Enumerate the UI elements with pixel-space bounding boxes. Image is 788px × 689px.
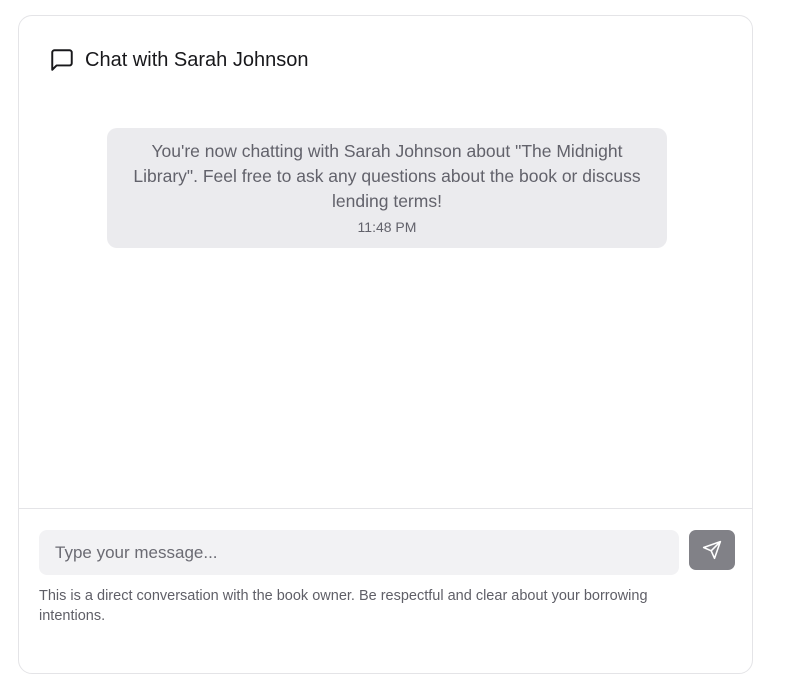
chat-header: Chat with Sarah Johnson [49,46,308,74]
system-message: You're now chatting with Sarah Johnson a… [107,128,667,248]
chat-title: Chat with Sarah Johnson [85,48,309,71]
message-input[interactable] [39,530,679,575]
message-composer [39,530,735,575]
system-message-time: 11:48 PM [357,219,417,235]
composer-divider [19,508,752,509]
chat-card: Chat with Sarah Johnson You're now chatt… [18,15,753,674]
send-icon [702,540,722,560]
composer-disclaimer: This is a direct conversation with the b… [39,588,648,624]
message-square-icon [49,47,75,73]
send-button[interactable] [689,530,735,570]
message-list[interactable]: You're now chatting with Sarah Johnson a… [19,106,752,508]
system-message-text: You're now chatting with Sarah Johnson a… [133,141,641,211]
